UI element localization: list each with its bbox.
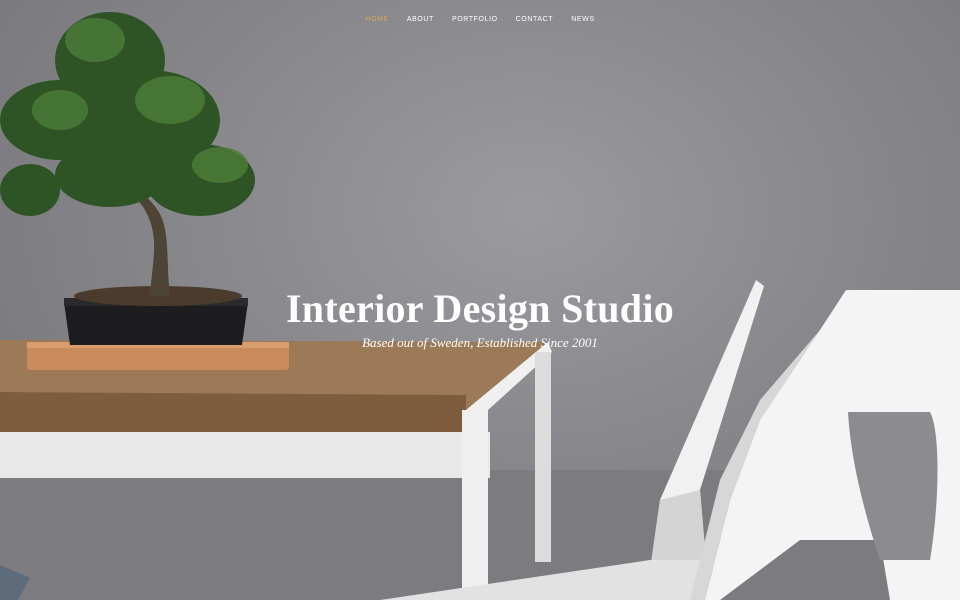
nav-home-link[interactable]: HOME [356,12,397,27]
nav-contact-link[interactable]: CONTACT [507,12,563,27]
nav-about-link[interactable]: ABOUT [398,12,443,27]
hero-title: Interior Design Studio [285,285,675,331]
hero-subtitle: Based out of Sweden, Established Since 2… [362,335,598,350]
nav-news-link[interactable]: NEWS [562,12,603,27]
main-navigation: HOME ABOUT PORTFOLIO CONTACT NEWS [0,12,960,27]
nav-portfolio-link[interactable]: PORTFOLIO [443,12,507,27]
